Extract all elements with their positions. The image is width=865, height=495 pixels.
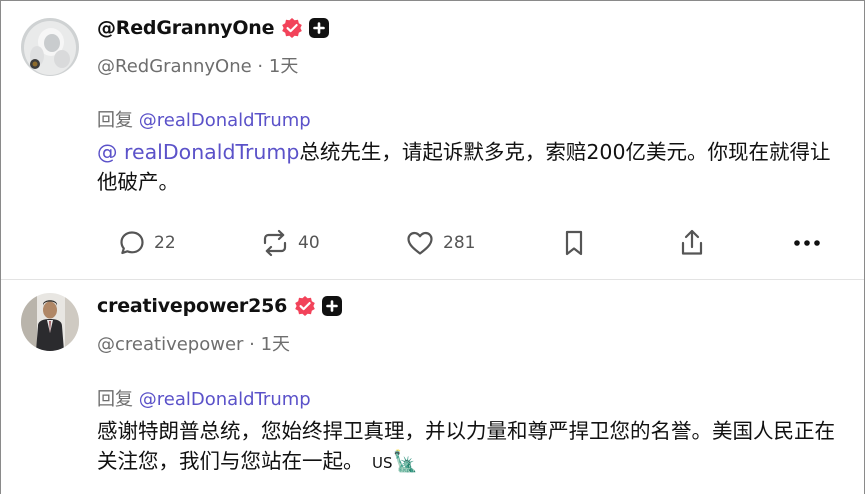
reply-prefix: 回复: [97, 110, 139, 131]
post-card: creativepower256 @creativepower · 1天 回复 …: [1, 281, 864, 495]
avatar[interactable]: [21, 293, 79, 351]
handle-row: @RedGrannyOne · 1天: [97, 52, 298, 78]
share-button[interactable]: [678, 223, 706, 263]
comment-icon: [118, 229, 146, 257]
body-text: 感谢特朗普总统，您始终捍卫真理，并以力量和尊严捍卫您的名誉。美国人民正在关注您，…: [97, 419, 835, 473]
post-divider: [1, 279, 864, 280]
heart-icon: [405, 229, 435, 257]
repost-icon: [260, 229, 290, 257]
like-button[interactable]: 281: [405, 223, 475, 263]
timestamp[interactable]: 1天: [269, 56, 298, 77]
timestamp[interactable]: 1天: [261, 334, 290, 355]
share-icon: [678, 228, 706, 258]
repost-button[interactable]: 40: [260, 223, 320, 263]
verified-badge-icon: [281, 17, 303, 39]
reply-prefix: 回复: [97, 389, 139, 410]
separator: ·: [243, 334, 261, 355]
post-body: 感谢特朗普总统，您始终捍卫真理，并以力量和尊严捍卫您的名誉。美国人民正在关注您，…: [97, 416, 842, 478]
flag-us-icon: US: [372, 454, 393, 472]
repost-count: 40: [298, 233, 320, 253]
author-row: @RedGrannyOne: [97, 14, 330, 42]
separator: ·: [251, 56, 269, 77]
like-count: 281: [443, 233, 476, 253]
body-mention[interactable]: @ realDonaldTrump: [97, 140, 299, 164]
comment-count: 22: [154, 233, 176, 253]
reply-to-mention[interactable]: @realDonaldTrump: [139, 110, 311, 131]
more-dots-icon: [792, 238, 822, 248]
reply-context: 回复 @realDonaldTrump: [97, 385, 311, 411]
display-name[interactable]: @RedGrannyOne: [97, 17, 275, 39]
comment-button[interactable]: 22: [118, 223, 176, 263]
plus-badge-icon: [322, 296, 343, 316]
avatar[interactable]: [21, 18, 79, 76]
more-button[interactable]: [792, 223, 822, 263]
post-card: @RedGrannyOne @RedGrannyOne · 1天 回复 @rea…: [1, 1, 864, 279]
reply-to-mention[interactable]: @realDonaldTrump: [139, 389, 311, 410]
reply-context: 回复 @realDonaldTrump: [97, 106, 311, 132]
action-bar: 22 40 281: [1, 223, 864, 263]
plus-badge-icon: [309, 18, 330, 38]
feed-frame: @RedGrannyOne @RedGrannyOne · 1天 回复 @rea…: [0, 0, 865, 494]
author-row: creativepower256: [97, 292, 343, 320]
bookmark-icon: [562, 228, 586, 258]
handle-row: @creativepower · 1天: [97, 330, 290, 356]
handle[interactable]: @creativepower: [97, 334, 243, 355]
display-name[interactable]: creativepower256: [97, 295, 287, 317]
handle[interactable]: @RedGrannyOne: [97, 56, 252, 77]
bookmark-button[interactable]: [562, 223, 586, 263]
verified-badge-icon: [294, 295, 316, 317]
post-body: @ realDonaldTrump总统先生，请起诉默多克，索赔200亿美元。你现…: [97, 137, 842, 197]
statue-of-liberty-icon: 🗽: [392, 449, 419, 473]
